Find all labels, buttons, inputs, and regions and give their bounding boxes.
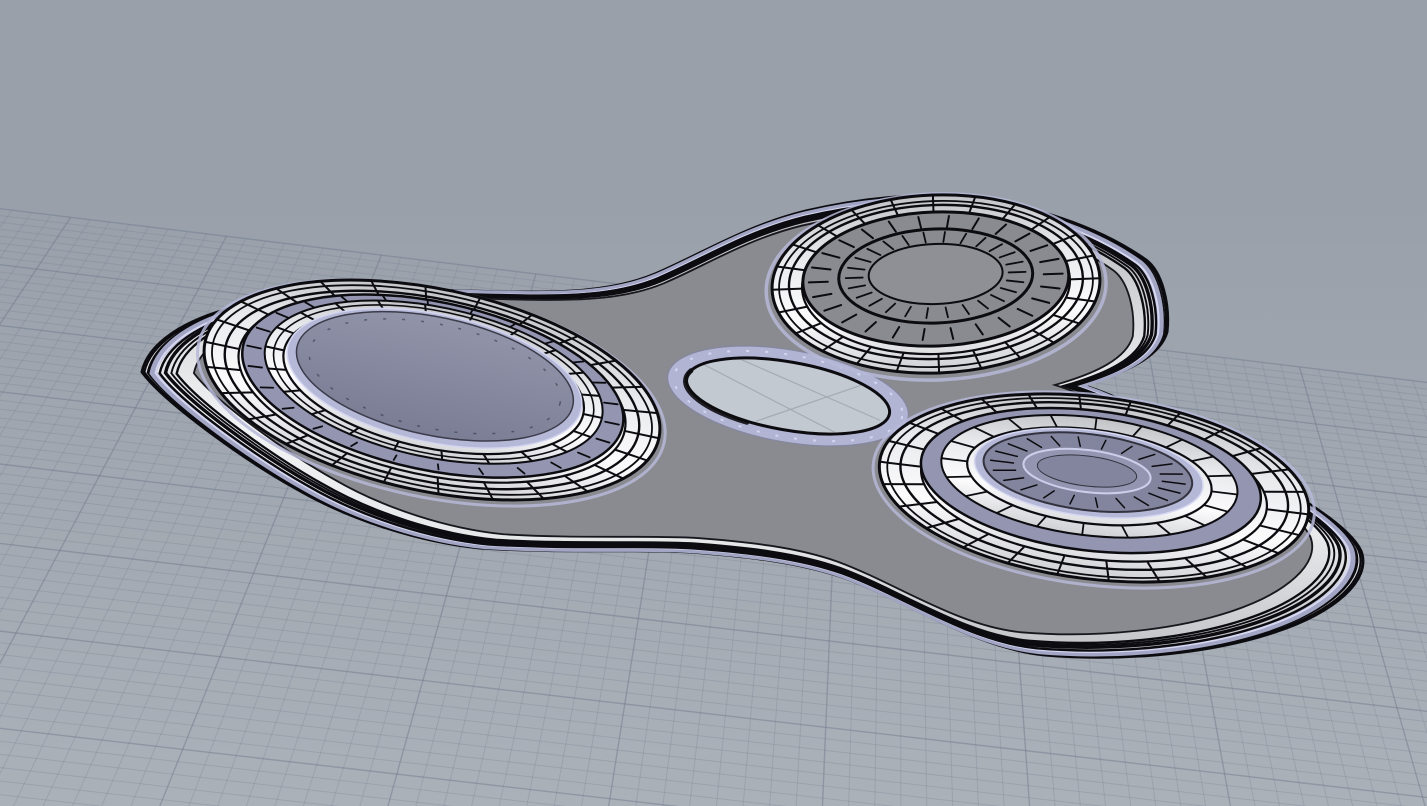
viewport-canvas[interactable]: [0, 0, 1427, 806]
spinner-model[interactable]: [142, 188, 1363, 657]
viewport[interactable]: [0, 0, 1427, 806]
